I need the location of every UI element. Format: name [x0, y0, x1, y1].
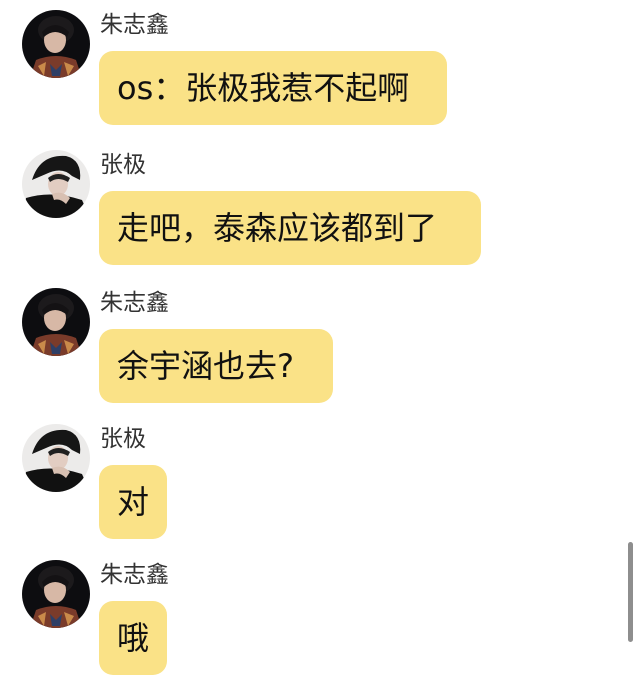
zhu-zhixin-avatar-icon[interactable] — [22, 560, 90, 628]
message-bubble[interactable]: 哦 — [99, 601, 167, 675]
sender-name: 朱志鑫 — [100, 12, 169, 38]
zhu-zhixin-avatar-icon[interactable] — [22, 288, 90, 356]
message-bubble[interactable]: os：张极我惹不起啊 — [99, 51, 447, 125]
sender-name: 张极 — [100, 152, 146, 178]
scrollbar[interactable] — [628, 542, 633, 642]
message-bubble[interactable]: 走吧，泰森应该都到了 — [99, 191, 481, 265]
zhang-ji-avatar-icon[interactable] — [22, 424, 90, 492]
sender-name: 张极 — [100, 426, 146, 452]
zhang-ji-avatar-icon[interactable] — [22, 150, 90, 218]
message-bubble[interactable]: 余宇涵也去? — [99, 329, 333, 403]
zhu-zhixin-avatar-icon[interactable] — [22, 10, 90, 78]
chat-window: 朱志鑫 os：张极我惹不起啊 张极 走吧，泰森应该都到了 朱志鑫 余宇涵也去? … — [0, 0, 640, 687]
message-bubble[interactable]: 对 — [99, 465, 167, 539]
sender-name: 朱志鑫 — [100, 290, 169, 316]
sender-name: 朱志鑫 — [100, 562, 169, 588]
